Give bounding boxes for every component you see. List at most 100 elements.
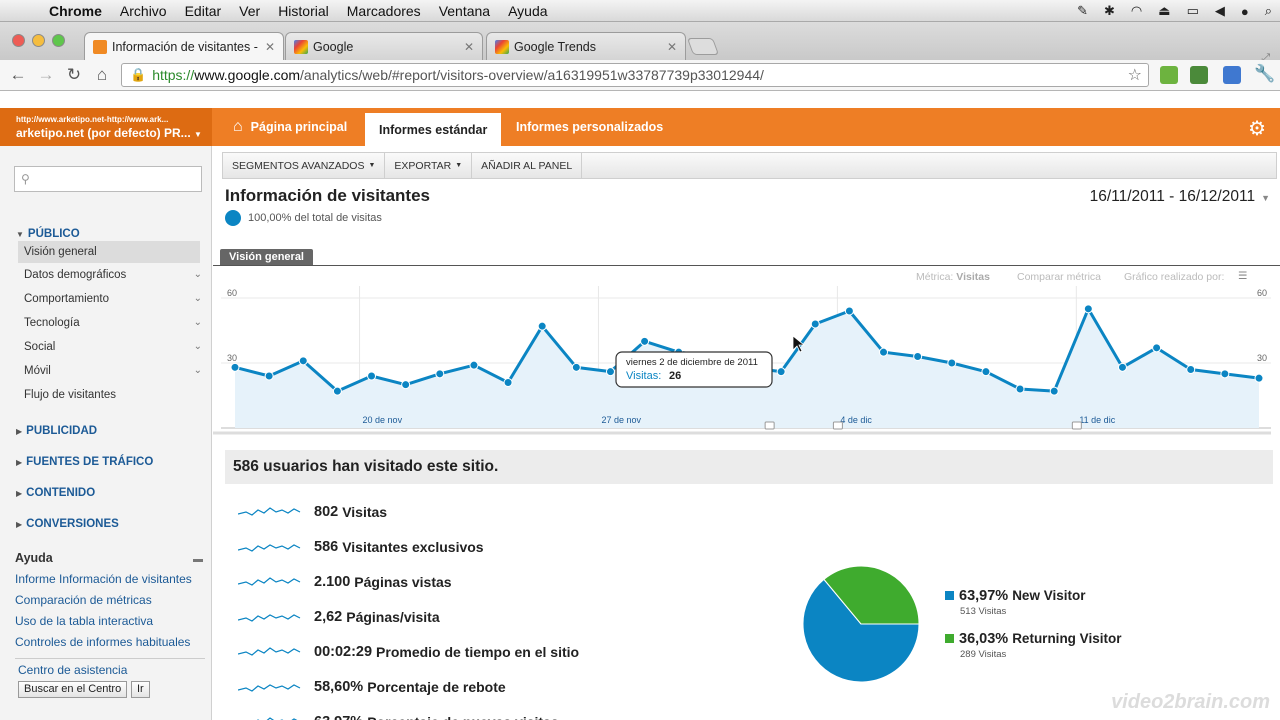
bluetooth-icon[interactable]: ✱ xyxy=(1104,3,1115,19)
sidebar-item-comportamiento[interactable]: Comportamiento ⌄ xyxy=(24,288,206,310)
x-tick-label: 27 de nov xyxy=(601,415,641,425)
spotlight-icon[interactable]: ⌕ xyxy=(1265,3,1272,19)
kpi-row[interactable]: 2,62 Páginas/visita xyxy=(238,605,440,629)
menu-editar[interactable]: Editar xyxy=(176,3,231,19)
x-tick-label: 4 de dic xyxy=(840,415,872,425)
evernote-extension-icon[interactable] xyxy=(1190,66,1208,84)
eject-icon[interactable]: ⏏ xyxy=(1158,3,1170,19)
menu-ventana[interactable]: Ventana xyxy=(430,3,499,19)
tab-informes-personalizados[interactable]: Informes personalizados xyxy=(502,108,677,146)
page-title: Información de visitantes xyxy=(225,186,430,205)
sidebar-item-vision-general[interactable]: Visión general xyxy=(18,241,200,263)
home-icon: ⌂ xyxy=(233,118,243,135)
volume-icon[interactable]: ◀ xyxy=(1215,3,1225,19)
export-button[interactable]: EXPORTAR ▼ xyxy=(385,153,473,178)
minimize-window-icon[interactable] xyxy=(32,34,45,47)
section-publicidad[interactable]: ▶ PUBLICIDAD xyxy=(16,425,97,437)
section-fuentes-de-trafico[interactable]: ▶ FUENTES DE TRÁFICO xyxy=(16,456,153,468)
bookmark-star-icon[interactable]: ☆ xyxy=(1128,65,1142,85)
search-input[interactable]: ⚲ xyxy=(14,166,202,192)
section-contenido[interactable]: ▶ CONTENIDO xyxy=(16,487,95,499)
tab-google[interactable]: Google ✕ xyxy=(285,32,483,60)
evernote-icon[interactable]: ✎ xyxy=(1077,3,1088,19)
date-range-picker[interactable]: 16/11/2011 - 16/12/2011 ▼ xyxy=(1090,188,1270,206)
help-center-search-button[interactable]: Buscar en el Centro xyxy=(18,681,128,698)
browser-toolbar: ← → ↻ ⌂ 🔒 https:// www.google.com /analy… xyxy=(0,60,1280,91)
back-icon[interactable]: ← xyxy=(8,65,28,85)
sidebar-item-social[interactable]: Social ⌄ xyxy=(24,336,206,358)
ga-header: http://www.arketipo.net-http://www.ark..… xyxy=(0,108,1280,146)
visits-line-chart: 30 30 60 60 20 de nov 27 de nov 4 de dic 11 de … xyxy=(213,286,1271,435)
section-publico[interactable]: ▼ PÚBLICO xyxy=(16,228,80,240)
kpi-row[interactable]: 63,97% Porcentaje de nuevas visitas xyxy=(238,710,559,720)
compare-metric-link[interactable]: Comparar métrica xyxy=(1017,271,1101,283)
zoom-window-icon[interactable] xyxy=(52,34,65,47)
new-tab-button[interactable] xyxy=(686,38,720,55)
help-center-go-button[interactable]: Ir xyxy=(131,681,150,698)
sidebar: ⚲ ▼ PÚBLICO Visión general Datos demográf… xyxy=(0,146,212,720)
x-tick-label: 20 de nov xyxy=(363,415,403,425)
url-host: www.google.com xyxy=(194,67,301,83)
divider xyxy=(15,658,205,659)
chevron-down-icon: ⌄ xyxy=(193,317,202,328)
forward-icon[interactable]: → xyxy=(36,65,56,85)
wifi-icon[interactable]: ◠ xyxy=(1131,3,1142,19)
tab-google-trends[interactable]: Google Trends ✕ xyxy=(486,32,686,60)
lock-icon: 🔒 xyxy=(130,67,147,82)
calendar-extension-icon[interactable] xyxy=(1223,66,1241,84)
kpi-label: Páginas vistas xyxy=(354,574,452,590)
user-icon[interactable]: ● xyxy=(1241,4,1249,19)
menu-ayuda[interactable]: Ayuda xyxy=(499,3,556,19)
wrench-menu-icon[interactable]: 🔧 xyxy=(1254,64,1275,84)
tab-pagina-principal[interactable]: ⌂ Página principal xyxy=(219,108,361,146)
tab-vision-general[interactable]: Visión general xyxy=(220,249,313,265)
home-icon[interactable]: ⌂ xyxy=(92,65,112,85)
profile-selector[interactable]: http://www.arketipo.net-http://www.ark..… xyxy=(0,108,212,146)
metric-selector[interactable]: Métrica: Visitas xyxy=(916,271,990,283)
collapse-help-icon[interactable]: ▬ xyxy=(193,554,203,565)
help-link-tabla[interactable]: Uso de la tabla interactiva xyxy=(15,614,153,628)
close-tab-icon[interactable]: ✕ xyxy=(265,40,275,54)
close-window-icon[interactable] xyxy=(12,34,25,47)
help-link-controles[interactable]: Controles de informes habituales xyxy=(15,635,190,649)
sidebar-item-flujo-de-visitantes[interactable]: Flujo de visitantes xyxy=(24,384,206,406)
menu-archivo[interactable]: Archivo xyxy=(111,3,176,19)
advanced-segments-button[interactable]: SEGMENTOS AVANZADOS ▼ xyxy=(223,153,386,178)
gear-icon[interactable]: ⚙ xyxy=(1248,116,1266,141)
extension-icon[interactable] xyxy=(1160,66,1178,84)
profile-name: arketipo.net (por defecto) PR... xyxy=(16,126,191,140)
menu-ver[interactable]: Ver xyxy=(230,3,269,19)
add-to-dashboard-button[interactable]: AÑADIR AL PANEL xyxy=(472,153,583,178)
tab-informes-estandar[interactable]: Informes estándar xyxy=(365,113,502,146)
graph-type-icon[interactable]: ☰ xyxy=(1238,270,1247,282)
kpi-row[interactable]: 586 Visitantes exclusivos xyxy=(238,535,484,559)
button-label: EXPORTAR xyxy=(394,159,452,172)
display-icon[interactable]: ▭ xyxy=(1187,3,1199,19)
triangle-right-icon: ▶ xyxy=(16,520,23,529)
kpi-row[interactable]: 58,60% Porcentaje de rebote xyxy=(238,675,506,699)
kpi-row[interactable]: 802 Visitas xyxy=(238,500,387,524)
section-conversiones[interactable]: ▶ CONVERSIONES xyxy=(16,518,119,530)
menu-historial[interactable]: Historial xyxy=(269,3,338,19)
menu-marcadores[interactable]: Marcadores xyxy=(338,3,430,19)
help-link-comparacion[interactable]: Comparación de métricas xyxy=(15,593,152,607)
browser-window: Chrome Archivo Editar Ver Historial Marc… xyxy=(0,0,1280,720)
close-tab-icon[interactable]: ✕ xyxy=(667,40,677,54)
address-bar[interactable]: 🔒 https:// www.google.com /analytics/web… xyxy=(121,63,1149,87)
kpi-row[interactable]: 2.100 Páginas vistas xyxy=(238,570,452,594)
kpi-row[interactable]: 00:02:29 Promedio de tiempo en el sitio xyxy=(238,640,579,664)
sidebar-item-datos-demograficos[interactable]: Datos demográficos ⌄ xyxy=(24,264,206,286)
legend-name: New Visitor xyxy=(1012,588,1086,603)
reload-icon[interactable]: ↻ xyxy=(64,65,84,85)
triangle-right-icon: ▶ xyxy=(16,489,23,498)
sidebar-item-movil[interactable]: Móvil ⌄ xyxy=(24,360,206,382)
chevron-down-icon: ▼ xyxy=(1261,193,1270,203)
sidebar-item-tecnologia[interactable]: Tecnología ⌄ xyxy=(24,312,206,334)
help-center-link[interactable]: Centro de asistencia xyxy=(18,663,127,677)
chevron-down-icon: ▼ xyxy=(368,162,376,169)
data-point xyxy=(1083,304,1093,314)
tab-analytics[interactable]: Información de visitantes - G ✕ xyxy=(84,32,284,61)
menu-app[interactable]: Chrome xyxy=(40,3,111,19)
close-tab-icon[interactable]: ✕ xyxy=(464,40,474,54)
help-link-informe[interactable]: Informe Información de visitantes xyxy=(15,572,192,586)
